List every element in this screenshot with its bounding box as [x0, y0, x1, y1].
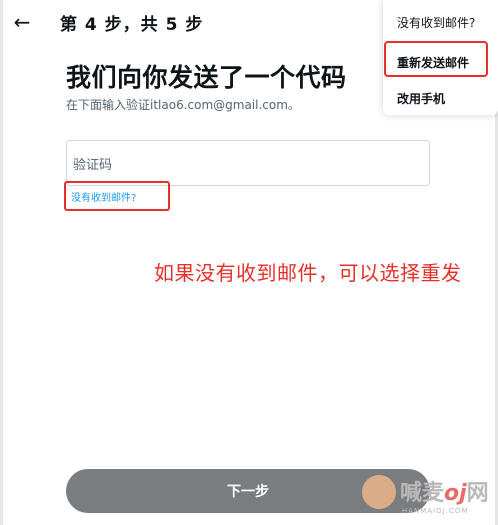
annotation-text: 如果没有收到邮件，可以选择重发	[154, 261, 462, 285]
highlight-box-resend	[384, 41, 488, 77]
window-frame-left	[0, 0, 3, 525]
menu-item-no-email[interactable]: 没有收到邮件?	[397, 14, 475, 31]
watermark-url: HANMAIOJ.COM	[402, 507, 469, 515]
verification-code-placeholder: 验证码	[73, 157, 113, 173]
watermark-text: 喊麦oj网	[400, 481, 489, 506]
watermark: 喊麦oj网 HANMAIOJ.COM	[362, 471, 498, 521]
page-heading: 我们向你发送了一个代码	[66, 63, 347, 92]
back-arrow-icon[interactable]: ←	[8, 8, 36, 36]
verification-code-input[interactable]: 验证码	[66, 140, 430, 186]
highlight-box-link	[64, 181, 170, 211]
watermark-logo	[362, 475, 396, 509]
menu-item-use-phone[interactable]: 改用手机	[397, 90, 445, 107]
instruction-text: 在下面输入验证itlao6.com@gmail.com。	[66, 98, 300, 112]
step-title: 第 4 步，共 5 步	[60, 15, 204, 35]
